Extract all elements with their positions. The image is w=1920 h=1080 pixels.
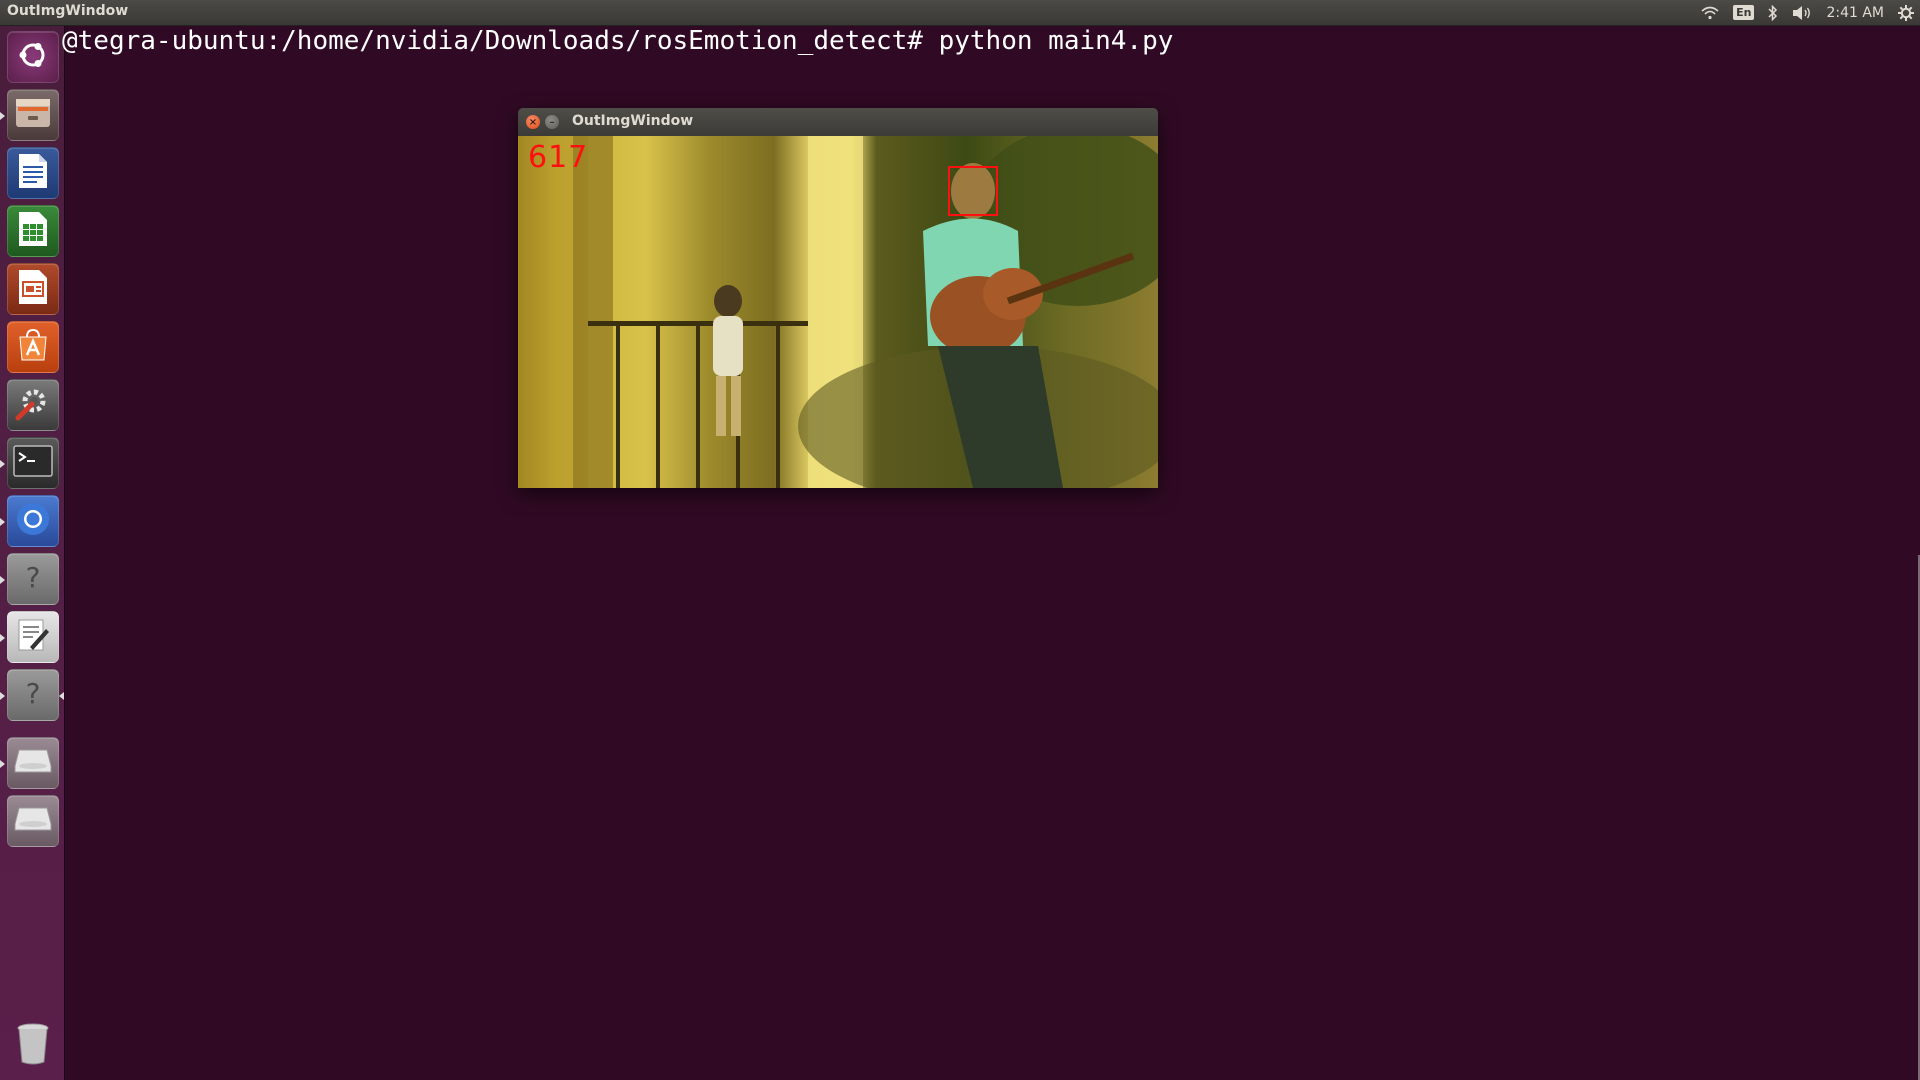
files-icon	[14, 95, 52, 135]
launcher-text-editor[interactable]	[7, 611, 59, 663]
launcher-running-indicator	[0, 518, 5, 526]
minimize-button[interactable]: –	[545, 115, 559, 129]
close-button[interactable]: ×	[526, 115, 540, 129]
calc-icon	[17, 210, 49, 252]
unknown-app-icon: ?	[16, 560, 50, 598]
chromium-icon	[14, 500, 52, 542]
drive-icon	[13, 804, 53, 838]
trash-icon	[15, 1022, 51, 1070]
outimg-window-titlebar[interactable]: × – OutImgWindow	[518, 108, 1158, 136]
keyboard-layout-icon[interactable]: En	[1733, 0, 1755, 25]
launcher-running-indicator	[0, 692, 5, 700]
frame-counter: 617	[528, 140, 589, 175]
launcher-terminal[interactable]	[7, 437, 59, 489]
launcher-focused-indicator	[59, 692, 64, 700]
ubuntu-dash-button[interactable]	[7, 31, 59, 83]
launcher-running-indicator	[0, 634, 5, 642]
impress-icon	[17, 268, 49, 310]
launcher-running-indicator	[0, 112, 5, 120]
active-window-title: OutImgWindow	[7, 3, 129, 19]
outimg-window: × – OutImgWindow 617	[518, 108, 1158, 488]
face-detection-box	[948, 166, 998, 216]
bluetooth-icon[interactable]	[1768, 0, 1778, 25]
launcher-trash[interactable]	[7, 1020, 59, 1072]
launcher-running-indicator	[0, 576, 5, 584]
gear-icon[interactable]	[1898, 0, 1914, 25]
ubuntu-dash-icon	[15, 37, 51, 77]
launcher-calc[interactable]	[7, 205, 59, 257]
text-editor-icon	[16, 617, 50, 657]
launcher-chromium[interactable]	[7, 495, 59, 547]
writer-icon	[17, 152, 49, 194]
unity-launcher: ? ?	[0, 26, 65, 1080]
launcher-system-settings[interactable]	[7, 379, 59, 431]
clock[interactable]: 2:41 AM	[1826, 0, 1884, 25]
svg-text:?: ?	[26, 561, 41, 594]
launcher-unknown-app[interactable]: ?	[7, 669, 59, 721]
launcher-drive[interactable]	[7, 737, 59, 789]
top-panel: OutImgWindow En 2:41 AM	[0, 0, 1920, 26]
launcher-unknown-app[interactable]: ?	[7, 553, 59, 605]
launcher-files[interactable]	[7, 89, 59, 141]
drive-icon	[13, 746, 53, 780]
unknown-app-icon: ?	[16, 676, 50, 714]
video-frame: 617	[518, 136, 1158, 488]
launcher-software-center[interactable]	[7, 321, 59, 373]
outimg-window-title: OutImgWindow	[572, 113, 694, 129]
launcher-impress[interactable]	[7, 263, 59, 315]
software-center-icon	[15, 327, 51, 367]
keyboard-layout-label: En	[1733, 5, 1755, 20]
system-settings-icon	[14, 384, 52, 426]
launcher-running-indicator	[0, 760, 5, 768]
terminal-icon	[13, 445, 53, 481]
launcher-running-indicator	[0, 460, 5, 468]
volume-icon[interactable]	[1792, 0, 1812, 25]
indicator-area: En 2:41 AM	[1701, 0, 1914, 25]
svg-text:?: ?	[26, 677, 41, 710]
launcher-drive[interactable]	[7, 795, 59, 847]
terminal-prompt-line: @tegra-ubuntu:/home/nvidia/Downloads/ros…	[62, 26, 1174, 56]
launcher-writer[interactable]	[7, 147, 59, 199]
video-frame-scene	[518, 136, 1158, 488]
wifi-icon[interactable]	[1701, 0, 1719, 25]
